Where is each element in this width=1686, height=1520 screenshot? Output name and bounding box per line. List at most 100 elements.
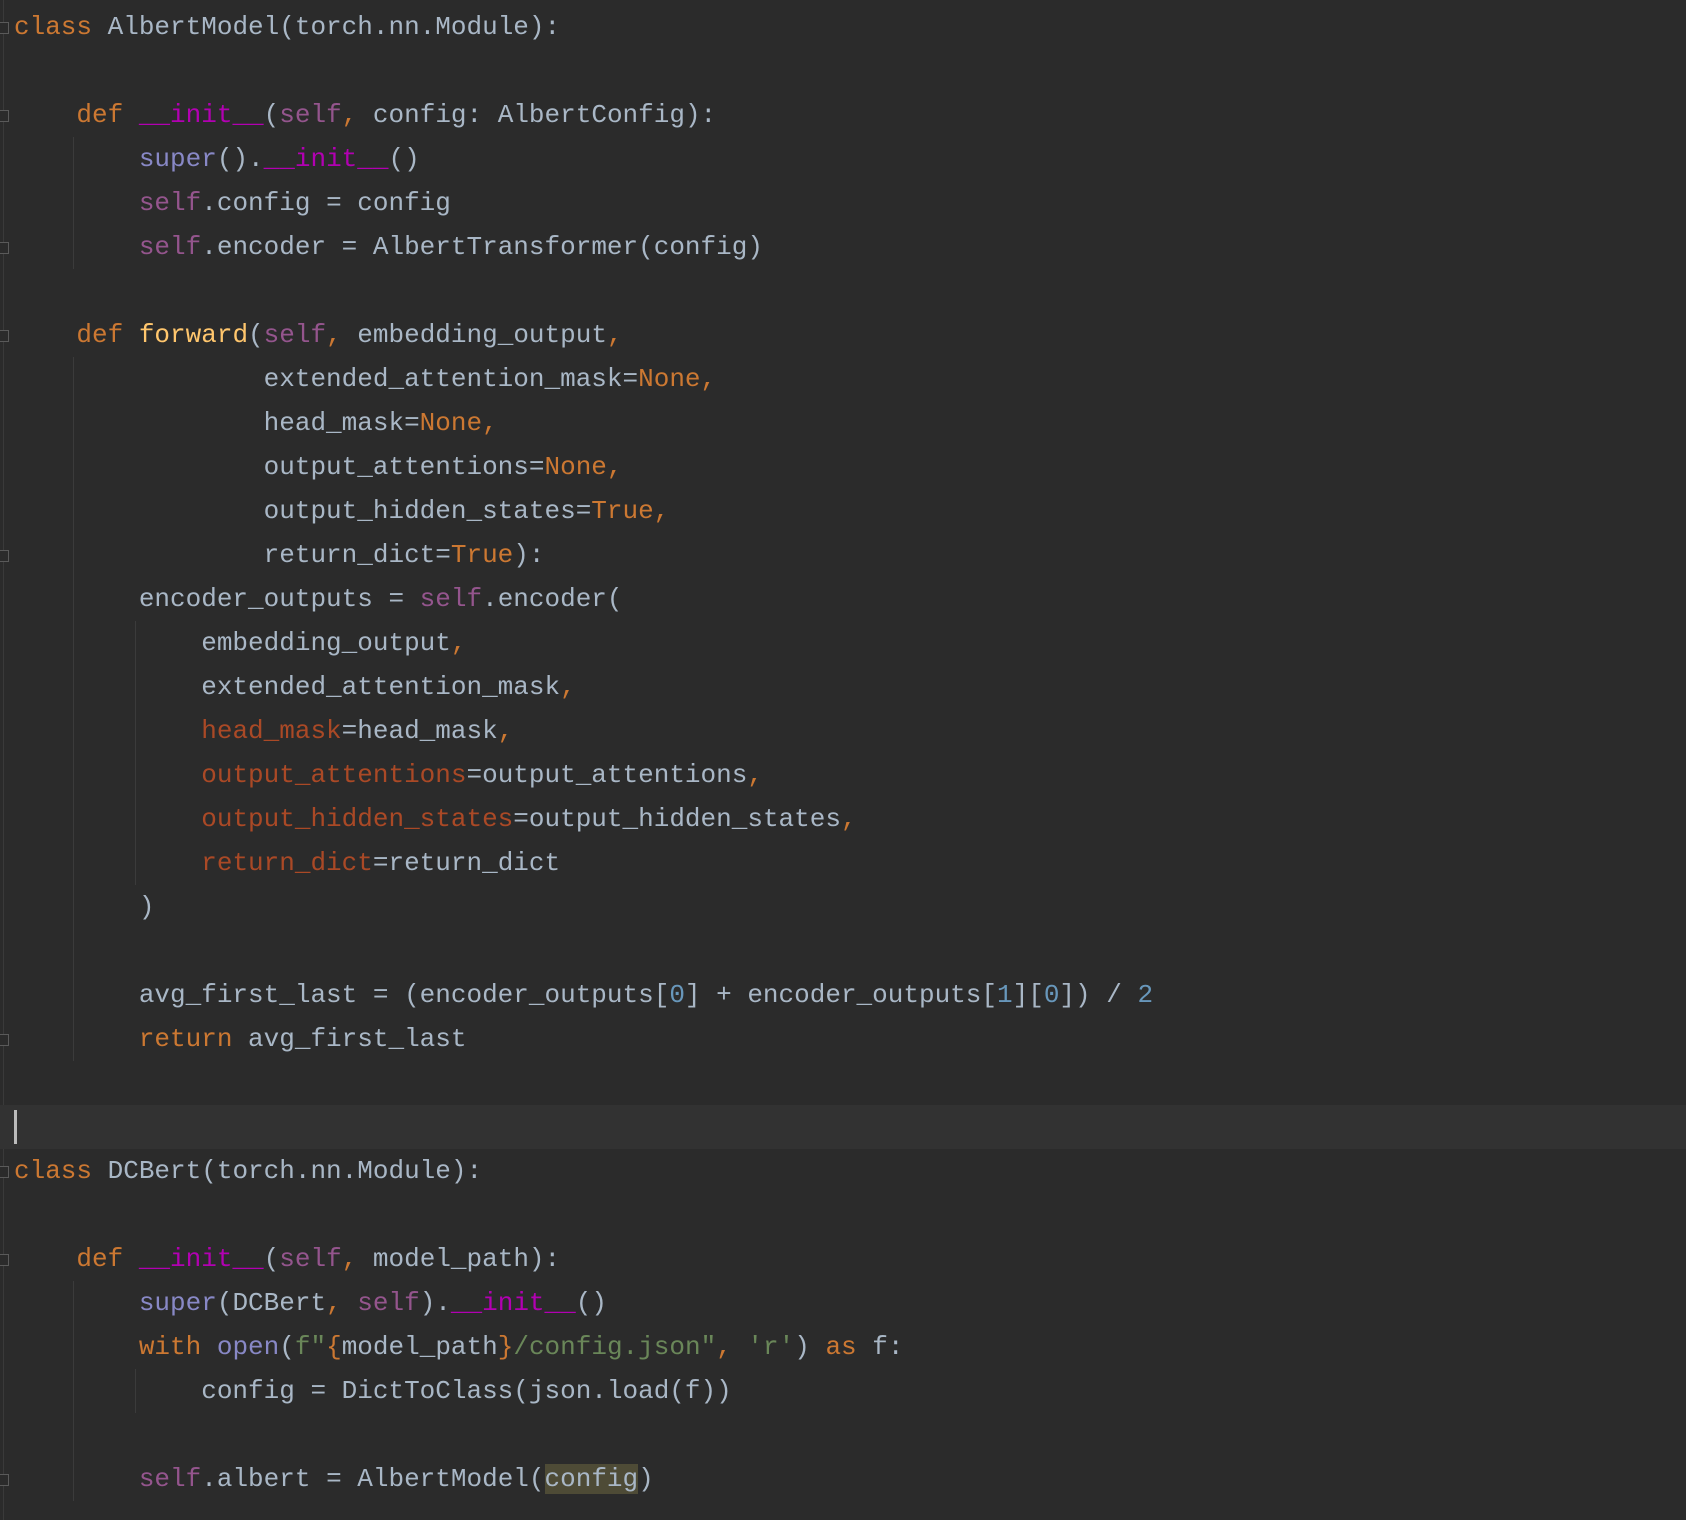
code-text: ]) / xyxy=(1059,980,1138,1010)
code-text: ) xyxy=(638,1464,654,1494)
code-text: avg_first_last = (encoder_outputs[ xyxy=(14,980,670,1010)
code-text: =return_dict xyxy=(372,848,561,878)
code-line[interactable]: super(DCBert, self).__init__() xyxy=(0,1281,1686,1325)
code-text: config: AlbertConfig): xyxy=(372,100,717,130)
code-text: ) xyxy=(14,892,155,922)
code-line[interactable]: self.encoder = AlbertTransformer(config) xyxy=(0,225,1686,269)
code-line[interactable]: return_dict=return_dict xyxy=(0,841,1686,885)
fold-marker-icon[interactable] xyxy=(0,330,9,342)
code-text: ( xyxy=(263,100,280,130)
code-text: AlbertModel(torch.nn.Module): xyxy=(107,12,561,42)
code-line[interactable] xyxy=(0,1061,1686,1105)
code-text: ][ xyxy=(1012,980,1044,1010)
fold-marker-icon[interactable] xyxy=(0,110,9,122)
code-text: f: xyxy=(872,1332,904,1362)
code-text: extended_attention_mask= xyxy=(14,364,639,394)
self-token: self xyxy=(263,320,327,350)
keyword-argument: return_dict xyxy=(201,848,373,878)
code-line[interactable]: output_hidden_states=True, xyxy=(0,489,1686,533)
keyword: None, xyxy=(638,364,717,394)
fold-marker-icon[interactable] xyxy=(0,1474,9,1486)
code-line[interactable]: extended_attention_mask=None, xyxy=(0,357,1686,401)
keyword: None, xyxy=(544,452,623,482)
code-text: model_path xyxy=(341,1332,498,1362)
fold-marker-icon[interactable] xyxy=(0,550,9,562)
keyword: True, xyxy=(591,496,670,526)
code-text: config = DictToClass(json.load(f)) xyxy=(14,1376,732,1406)
code-text: .encoder = AlbertTransformer(config) xyxy=(201,232,763,262)
code-text: head_mask= xyxy=(14,408,420,438)
magic-method: __init__ xyxy=(263,144,389,174)
keyword: None, xyxy=(419,408,498,438)
code-line[interactable]: class DCBert(torch.nn.Module): xyxy=(0,1149,1686,1193)
builtin: super xyxy=(138,144,217,174)
code-text: ( xyxy=(263,1244,280,1274)
code-line[interactable]: class AlbertModel(torch.nn.Module): xyxy=(0,5,1686,49)
code-text: output_attentions= xyxy=(14,452,545,482)
code-line[interactable] xyxy=(0,929,1686,973)
keyword: as xyxy=(825,1332,873,1362)
fold-marker-icon[interactable] xyxy=(0,1166,9,1178)
magic-method: __init__ xyxy=(450,1288,576,1318)
keyword-argument: head_mask xyxy=(201,716,342,746)
keyword: class xyxy=(14,12,108,42)
code-line[interactable]: ) xyxy=(0,885,1686,929)
fold-marker-icon[interactable] xyxy=(0,1034,9,1046)
self-token: self xyxy=(357,1288,420,1318)
fold-marker-icon[interactable] xyxy=(0,242,9,254)
code-line[interactable]: super().__init__() xyxy=(0,137,1686,181)
code-line[interactable]: head_mask=None, xyxy=(0,401,1686,445)
code-line[interactable] xyxy=(0,1193,1686,1237)
fold-marker-icon[interactable] xyxy=(0,22,9,34)
fold-marker-icon[interactable] xyxy=(0,1254,9,1266)
keyword: def xyxy=(14,1244,139,1274)
code-text: .encoder( xyxy=(482,584,623,614)
code-line[interactable]: return_dict=True): xyxy=(0,533,1686,577)
builtin: super xyxy=(138,1288,217,1318)
keyword: , xyxy=(497,716,514,746)
code-text: output_hidden_states= xyxy=(14,496,592,526)
self-token: self xyxy=(138,232,202,262)
code-line[interactable]: output_hidden_states=output_hidden_state… xyxy=(0,797,1686,841)
code-line[interactable]: output_attentions=output_attentions, xyxy=(0,753,1686,797)
keyword-argument: output_attentions xyxy=(201,760,467,790)
code-line[interactable]: def __init__(self, config: AlbertConfig)… xyxy=(0,93,1686,137)
self-token: self xyxy=(138,188,202,218)
code-line[interactable]: with open(f"{model_path}/config.json", '… xyxy=(0,1325,1686,1369)
keyword: , xyxy=(716,1332,748,1362)
code-line[interactable] xyxy=(0,1413,1686,1457)
code-line[interactable]: embedding_output, xyxy=(0,621,1686,665)
builtin: open xyxy=(216,1332,280,1362)
code-text: =output_attentions xyxy=(466,760,748,790)
code-line[interactable]: return avg_first_last xyxy=(0,1017,1686,1061)
code-line[interactable]: extended_attention_mask, xyxy=(0,665,1686,709)
code-line[interactable]: config = DictToClass(json.load(f)) xyxy=(0,1369,1686,1413)
code-line[interactable] xyxy=(0,1105,1686,1149)
number-literal: 0 xyxy=(1043,980,1060,1010)
keyword: , xyxy=(606,320,623,350)
self-token: self xyxy=(279,100,342,130)
code-line[interactable]: def forward(self, embedding_output, xyxy=(0,313,1686,357)
code-line[interactable]: head_mask=head_mask, xyxy=(0,709,1686,753)
code-line[interactable]: output_attentions=None, xyxy=(0,445,1686,489)
code-text: ): xyxy=(513,540,545,570)
keyword: , xyxy=(560,672,576,702)
code-line[interactable]: def __init__(self, model_path): xyxy=(0,1237,1686,1281)
code-text: =head_mask xyxy=(341,716,498,746)
code-line[interactable]: self.albert = AlbertModel(config) xyxy=(0,1457,1686,1501)
keyword: , xyxy=(747,760,763,790)
code-line[interactable] xyxy=(0,269,1686,313)
code-line[interactable] xyxy=(0,49,1686,93)
code-line[interactable]: self.config = config xyxy=(0,181,1686,225)
self-token: self xyxy=(279,1244,342,1274)
keyword: , xyxy=(326,1288,358,1318)
code-text: .config = config xyxy=(201,188,451,218)
code-text: DCBert(torch.nn.Module): xyxy=(107,1156,483,1186)
code-line[interactable]: avg_first_last = (encoder_outputs[0] + e… xyxy=(0,973,1686,1017)
code-line[interactable]: encoder_outputs = self.encoder( xyxy=(0,577,1686,621)
self-token: self xyxy=(419,584,483,614)
code-text: () xyxy=(388,144,420,174)
function-name: forward xyxy=(138,320,249,350)
